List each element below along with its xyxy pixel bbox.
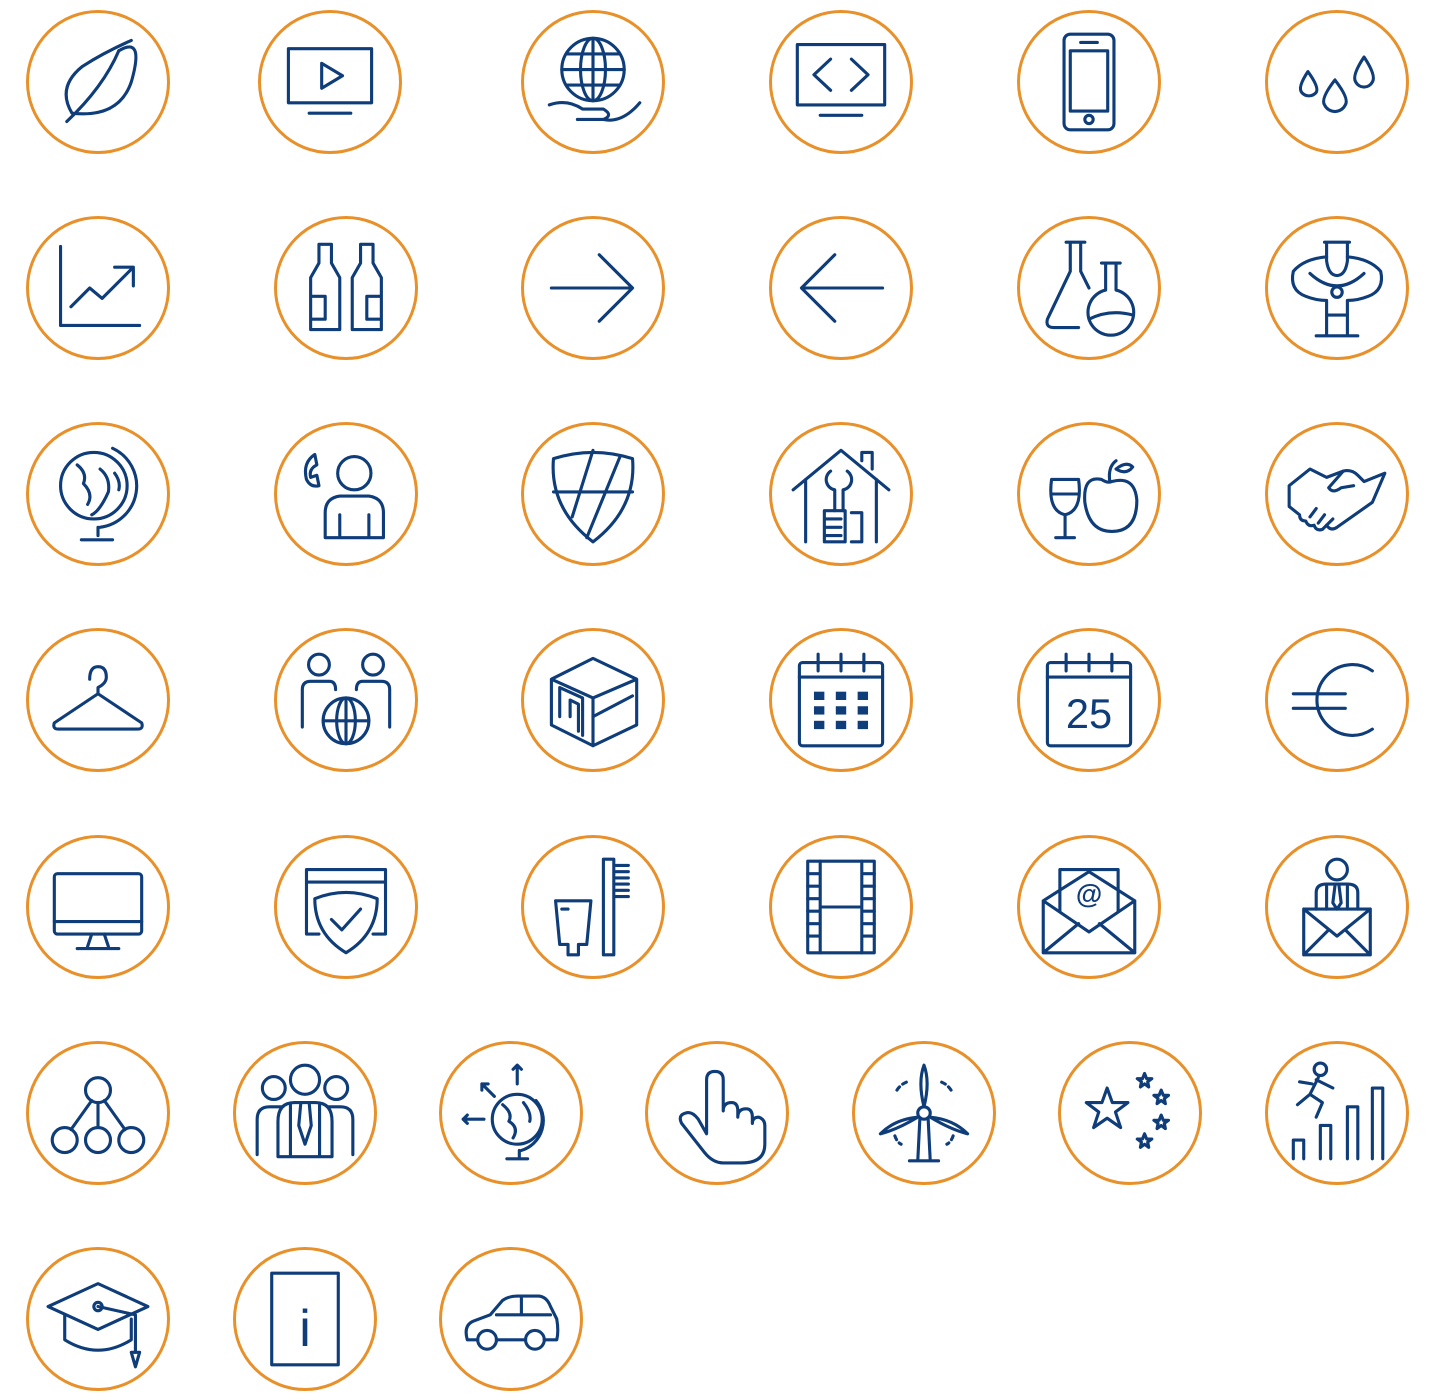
bottles-icon (274, 216, 418, 360)
globe-stand-icon (26, 422, 170, 566)
smartphone-icon (1017, 10, 1161, 154)
toothpaste-toothbrush-icon (521, 835, 665, 979)
growth-chart-icon (26, 216, 170, 360)
calendar-date-icon: 25 (1017, 628, 1161, 772)
video-screen-icon (258, 10, 402, 154)
info-icon: i (233, 1247, 377, 1391)
career-climb-icon (1265, 1041, 1409, 1185)
secure-browser-icon (274, 835, 418, 979)
customer-service-icon (274, 422, 418, 566)
euro-icon (1265, 628, 1409, 772)
calendar-date-label: 25 (1066, 690, 1112, 737)
email-at-label: @ (1076, 879, 1102, 909)
wine-and-apple-icon (1017, 422, 1161, 566)
leaf-icon (26, 10, 170, 154)
info-letter: i (299, 1300, 311, 1358)
team-icon (233, 1041, 377, 1185)
handshake-icon (1265, 422, 1409, 566)
global-expansion-icon (439, 1041, 583, 1185)
cube-icon (521, 628, 665, 772)
home-repair-icon (769, 422, 913, 566)
china-flag-stars-icon (1058, 1041, 1202, 1185)
water-drops-icon (1265, 10, 1409, 154)
desktop-monitor-icon (26, 835, 170, 979)
calendar-icon (769, 628, 913, 772)
network-nodes-icon (26, 1041, 170, 1185)
film-strip-icon (769, 835, 913, 979)
person-with-mail-icon (1265, 835, 1409, 979)
wind-turbine-icon (852, 1041, 996, 1185)
international-people-icon (274, 628, 418, 772)
lab-flasks-icon (1017, 216, 1161, 360)
touch-hand-icon (645, 1041, 789, 1185)
necklace-bust-icon (1265, 216, 1409, 360)
globe-in-hand-icon (521, 10, 665, 154)
shield-icon (521, 422, 665, 566)
clothes-hanger-icon (26, 628, 170, 772)
email-envelope-icon: @ (1017, 835, 1161, 979)
arrow-left-icon (769, 216, 913, 360)
graduation-cap-icon (26, 1247, 170, 1391)
car-icon (439, 1247, 583, 1391)
arrow-right-icon (521, 216, 665, 360)
code-monitor-icon (769, 10, 913, 154)
